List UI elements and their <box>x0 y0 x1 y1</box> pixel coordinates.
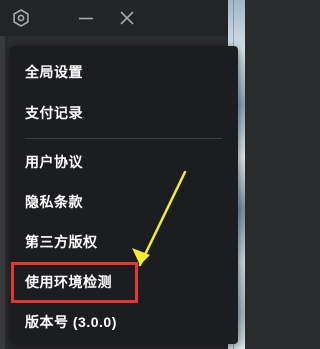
minimize-icon[interactable] <box>76 8 96 28</box>
menu-item-payment-records[interactable]: 支付记录 <box>10 95 238 131</box>
menu-item-third-party-copyright[interactable]: 第三方版权 <box>10 224 238 260</box>
menu-divider <box>25 138 222 139</box>
close-icon[interactable] <box>117 8 137 28</box>
menu-item-user-agreement[interactable]: 用户协议 <box>10 144 238 180</box>
menu-item-privacy-terms[interactable]: 隐私条款 <box>10 184 238 220</box>
gear-icon[interactable] <box>11 8 31 28</box>
title-bar <box>0 0 228 36</box>
menu-item-environment-check[interactable]: 使用环境检测 <box>10 264 238 300</box>
background-panel <box>0 36 5 349</box>
menu-item-version[interactable]: 版本号 (3.0.0) <box>10 304 238 340</box>
settings-dropdown-menu: 全局设置 支付记录 用户协议 隐私条款 第三方版权 使用环境检测 版本号 (3.… <box>10 46 238 344</box>
menu-item-global-settings[interactable]: 全局设置 <box>10 54 238 90</box>
